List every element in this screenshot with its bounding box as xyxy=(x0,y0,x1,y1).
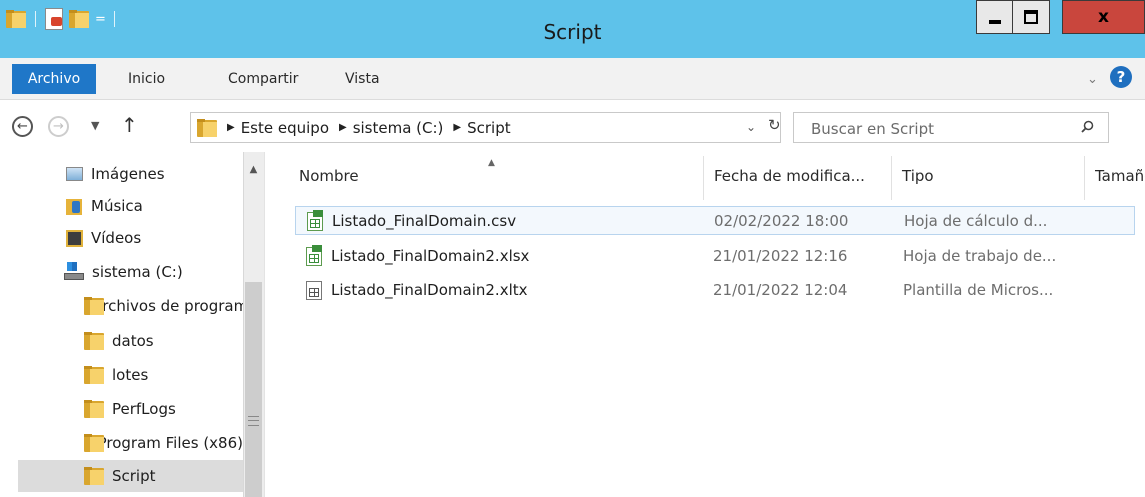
folder-icon xyxy=(84,332,104,350)
breadcrumb-chevron-icon[interactable]: ▶ xyxy=(227,122,235,133)
tab-inicio[interactable]: Inicio xyxy=(128,71,165,87)
nav-item-label: Program Files (x86) xyxy=(97,434,243,452)
nav-item-videos[interactable]: Vídeos xyxy=(0,223,243,253)
close-button[interactable]: x xyxy=(1062,0,1145,34)
file-name: Listado_FinalDomain2.xltx xyxy=(331,281,528,299)
file-date: 21/01/2022 12:16 xyxy=(713,247,848,265)
column-tipo[interactable]: Tipo xyxy=(902,167,934,185)
column-fecha[interactable]: Fecha de modifica... xyxy=(714,167,865,185)
file-type: Plantilla de Micros... xyxy=(903,281,1054,299)
file-row[interactable]: Listado_FinalDomain2.xltx 21/01/2022 12:… xyxy=(295,276,1135,305)
close-icon: x xyxy=(1098,7,1109,27)
column-divider[interactable] xyxy=(703,156,704,200)
nav-item-label: sistema (C:) xyxy=(92,263,183,281)
videos-icon xyxy=(66,229,83,247)
tab-archivo[interactable]: Archivo xyxy=(12,64,96,94)
file-date: 21/01/2022 12:04 xyxy=(713,281,848,299)
music-icon xyxy=(66,198,83,215)
excel-xlsx-icon xyxy=(306,245,322,266)
nav-item-lotes[interactable]: lotes xyxy=(0,360,243,390)
excel-csv-icon xyxy=(307,210,323,231)
folder-icon xyxy=(84,434,104,452)
search-icon[interactable] xyxy=(1081,120,1094,133)
folder-icon xyxy=(197,118,217,137)
excel-template-icon xyxy=(306,281,322,300)
column-divider[interactable] xyxy=(891,156,892,200)
file-date: 02/02/2022 18:00 xyxy=(714,212,849,230)
address-bar[interactable]: ▶ Este equipo ▶ sistema (C:) ▶ Script xyxy=(190,112,781,143)
column-divider[interactable] xyxy=(1084,156,1085,200)
breadcrumb-sistema[interactable]: sistema (C:) xyxy=(353,119,444,137)
window-title: Script xyxy=(543,20,602,44)
nav-item-label: Script xyxy=(112,467,156,485)
nav-item-label: Vídeos xyxy=(91,229,142,247)
pictures-icon xyxy=(66,167,83,181)
nav-item-label: PerfLogs xyxy=(112,400,176,418)
ribbon: Archivo Inicio Compartir Vista ⌄ ? xyxy=(0,58,1145,100)
drive-icon xyxy=(64,262,84,282)
back-button[interactable]: ← xyxy=(12,116,33,137)
nav-item-datos[interactable]: datos xyxy=(0,326,243,356)
scroll-grip-icon xyxy=(248,416,259,426)
breadcrumb-script[interactable]: Script xyxy=(467,119,511,137)
forward-button[interactable]: → xyxy=(48,116,69,137)
file-name: Listado_FinalDomain2.xlsx xyxy=(331,247,530,265)
nav-item-program-files[interactable]: Program Files (x86) xyxy=(0,428,243,458)
scroll-thumb[interactable] xyxy=(245,282,262,497)
maximize-button[interactable] xyxy=(1012,0,1050,34)
breadcrumb-chevron-icon[interactable]: ▶ xyxy=(453,122,461,133)
up-button[interactable]: ↑ xyxy=(121,113,138,137)
help-icon[interactable]: ? xyxy=(1110,66,1132,88)
navigation-pane: Imágenes Música Vídeos sistema (C:) Arch… xyxy=(0,152,265,497)
nav-item-archivos-de-programa[interactable]: Archivos de programa xyxy=(0,291,243,321)
search-box[interactable] xyxy=(793,112,1109,144)
file-type: Hoja de trabajo de... xyxy=(903,247,1057,265)
minimize-button[interactable] xyxy=(976,0,1013,34)
nav-item-musica[interactable]: Música xyxy=(0,191,243,221)
folder-icon xyxy=(84,366,104,384)
nav-item-sistema[interactable]: sistema (C:) xyxy=(0,257,243,287)
file-row[interactable]: Listado_FinalDomain.csv 02/02/2022 18:00… xyxy=(295,206,1135,235)
folder-icon xyxy=(84,400,104,418)
nav-item-perflogs[interactable]: PerfLogs xyxy=(0,394,243,424)
nav-item-script[interactable]: Script xyxy=(18,460,243,492)
recent-locations-button[interactable]: ▼ xyxy=(91,119,99,132)
maximize-icon xyxy=(1024,10,1038,24)
nav-item-label: Archivos de programa xyxy=(92,297,243,315)
nav-item-imagenes[interactable]: Imágenes xyxy=(0,159,243,189)
file-type: Hoja de cálculo d... xyxy=(904,212,1048,230)
nav-item-label: Música xyxy=(91,197,143,215)
ribbon-expand-icon[interactable]: ⌄ xyxy=(1087,72,1098,87)
breadcrumb-chevron-icon[interactable]: ▶ xyxy=(339,122,347,133)
sort-ascending-icon: ▲ xyxy=(488,158,495,168)
scroll-up-button[interactable]: ▲ xyxy=(243,160,264,178)
tab-compartir[interactable]: Compartir xyxy=(228,71,298,87)
tab-vista[interactable]: Vista xyxy=(345,71,380,87)
file-row[interactable]: Listado_FinalDomain2.xlsx 21/01/2022 12:… xyxy=(295,242,1135,271)
address-row: ← → ▼ ↑ ▶ Este equipo ▶ sistema (C:) ▶ S… xyxy=(0,100,1145,152)
minimize-icon xyxy=(988,20,1001,24)
nav-item-label: lotes xyxy=(112,366,149,384)
column-header: Nombre Fecha de modifica... Tipo Tamaño xyxy=(265,152,1145,202)
breadcrumb-este-equipo[interactable]: Este equipo xyxy=(241,119,329,137)
nav-item-label: datos xyxy=(112,332,154,350)
file-name: Listado_FinalDomain.csv xyxy=(332,212,517,230)
column-tamano[interactable]: Tamaño xyxy=(1095,167,1145,185)
search-input[interactable] xyxy=(794,113,1083,144)
nav-item-label: Imágenes xyxy=(91,165,165,183)
refresh-icon[interactable]: ↻ xyxy=(768,116,781,134)
address-dropdown-icon[interactable]: ⌄ xyxy=(746,120,756,134)
folder-icon xyxy=(84,467,104,485)
column-nombre[interactable]: Nombre xyxy=(299,167,359,185)
